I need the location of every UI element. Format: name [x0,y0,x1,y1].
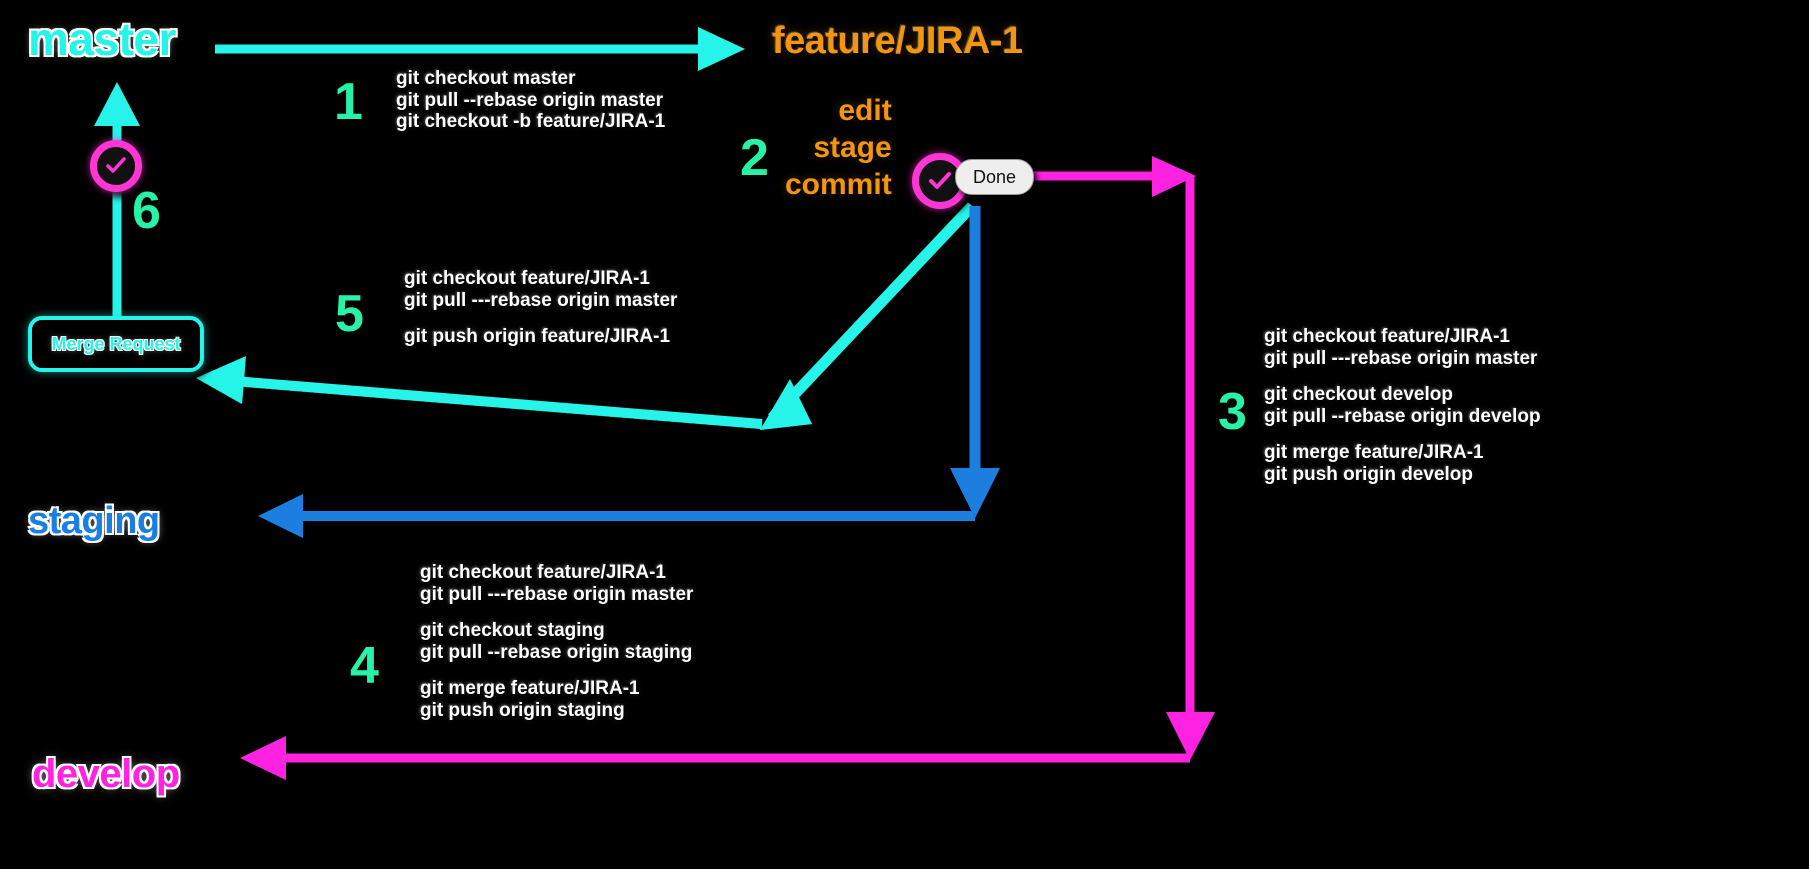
step-2-actions: edit stage commit [785,92,892,203]
command-line: git checkout feature/JIRA-1 [420,562,666,583]
command-line: git pull --rebase origin staging [420,641,693,663]
action-commit: commit [785,168,892,201]
step-5-commands: git checkout feature/JIRA-1 git pull ---… [404,268,677,348]
branch-label-feature: feature/JIRA-1 [772,20,1023,62]
check-circle-icon-master [90,140,142,192]
step-number-5: 5 [335,285,364,343]
command-line: git push origin feature/JIRA-1 [404,326,671,347]
command-line: git push origin develop [1264,463,1473,485]
step-number-3: 3 [1218,383,1247,441]
arrow-feature-to-staging [258,206,1000,538]
branch-label-develop: develop [32,752,180,796]
merge-request-label: Merge Request [51,333,181,354]
merge-request-node[interactable]: Merge Request [28,316,204,372]
arrow-master-to-feature [215,27,745,71]
step-number-4: 4 [350,637,379,695]
command-line: git pull --rebase origin master [396,89,664,111]
git-workflow-diagram: master feature/JIRA-1 staging develop 1 … [0,0,1809,869]
command-line: git checkout feature/JIRA-1 [1264,326,1510,347]
command-line: git checkout -b feature/JIRA-1 [396,111,666,132]
command-line: git pull --rebase origin develop [1264,405,1541,427]
command-line: git checkout feature/JIRA-1 [404,268,650,289]
command-line: git merge feature/JIRA-1 [420,678,640,699]
step-1-commands: git checkout master git pull --rebase or… [396,68,665,133]
action-edit: edit [838,94,892,127]
command-line: git push origin staging [420,699,625,721]
command-line: git pull ---rebase origin master [404,289,678,311]
step-number-2: 2 [740,129,769,187]
command-line: git pull ---rebase origin master [1264,347,1538,369]
action-stage: stage [813,131,892,164]
command-line: git checkout master [396,68,576,89]
command-line: git merge feature/JIRA-1 [1264,442,1484,463]
step-number-1: 1 [334,73,363,131]
branch-label-staging: staging [28,500,160,542]
step-4-commands: git checkout feature/JIRA-1 git pull ---… [420,562,693,721]
step-number-6: 6 [132,182,161,240]
command-line: git pull ---rebase origin master [420,583,694,605]
command-line: git checkout staging [420,620,605,641]
done-label: Done [973,166,1017,187]
step-3-commands: git checkout feature/JIRA-1 git pull ---… [1264,326,1541,485]
command-line: git checkout develop [1264,384,1453,405]
branch-label-master: master [28,13,176,65]
done-badge: Done [955,159,1035,195]
arrow-feature-to-develop [240,156,1215,780]
